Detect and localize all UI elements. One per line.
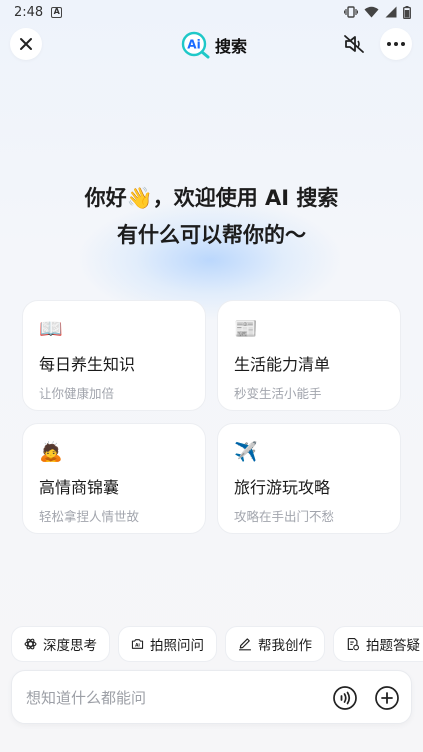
greeting-line-1: 你好👋，欢迎使用 AI 搜索	[84, 186, 339, 210]
chip-photo-answer[interactable]: 拍题答疑	[333, 626, 423, 662]
close-button[interactable]	[10, 28, 42, 60]
greeting: 你好👋，欢迎使用 AI 搜索 有什么可以帮你的～	[0, 180, 423, 254]
card-title: 高情商锦囊	[39, 478, 120, 497]
chip-label: 拍题答疑	[366, 638, 420, 654]
status-time: 2:48	[14, 4, 44, 20]
voice-wave-icon	[333, 686, 357, 710]
pen-icon	[238, 638, 252, 651]
greeting-line-2: 有什么可以帮你的～	[117, 223, 306, 247]
card-subtitle: 轻松拿捏人情世故	[39, 509, 140, 524]
newspaper-icon: 📰	[234, 318, 258, 340]
ai-logo-text: Ai	[187, 38, 200, 52]
suggestion-card-travel[interactable]: ✈️ 旅行游玩攻略 攻略在手出门不愁	[217, 423, 401, 534]
airplane-icon: ✈️	[234, 441, 258, 463]
camera-ai-icon: Ai	[131, 639, 144, 649]
document-question-icon	[347, 637, 359, 651]
quick-action-chips: 深度思考 Ai 拍照问问 帮我创作 拍题答疑	[0, 626, 423, 662]
top-bar: Ai 搜索	[0, 28, 423, 62]
card-title: 旅行游玩攻略	[234, 478, 331, 497]
mute-button[interactable]	[338, 28, 370, 60]
add-attachment-button[interactable]	[374, 685, 400, 711]
bowing-person-icon: 🙇	[39, 441, 63, 463]
plus-circle-icon	[375, 686, 399, 710]
speaker-muted-icon	[344, 35, 364, 53]
brand: Ai 搜索	[181, 30, 247, 60]
card-subtitle: 攻略在手出门不愁	[234, 509, 335, 524]
status-bar: 2:48 A	[0, 0, 423, 24]
chip-photo-ask[interactable]: Ai 拍照问问	[118, 626, 217, 662]
battery-icon	[403, 5, 411, 19]
ai-logo-icon: Ai	[181, 31, 210, 59]
card-title: 每日养生知识	[39, 355, 136, 374]
wifi-icon	[364, 6, 379, 18]
suggestion-card-eq[interactable]: 🙇 高情商锦囊 轻松拿捏人情世故	[22, 423, 206, 534]
chip-label: 深度思考	[43, 638, 97, 654]
chip-label: 帮我创作	[258, 638, 312, 654]
signal-icon	[385, 6, 397, 18]
notification-icon: A	[51, 6, 63, 18]
chat-input-bar	[11, 670, 412, 725]
more-dots-icon	[387, 42, 405, 46]
card-subtitle: 秒变生活小能手	[234, 386, 322, 401]
atom-icon	[24, 638, 37, 650]
book-icon: 📖	[39, 318, 63, 340]
suggestion-card-life-skills[interactable]: 📰 生活能力清单 秒变生活小能手	[217, 300, 401, 411]
brand-title: 搜索	[215, 37, 248, 56]
card-title: 生活能力清单	[234, 355, 331, 374]
chip-deep-think[interactable]: 深度思考	[11, 626, 110, 662]
close-icon	[20, 38, 32, 50]
vibrate-icon	[344, 6, 358, 18]
chip-label: 拍照问问	[150, 638, 204, 654]
suggestion-card-health[interactable]: 📖 每日养生知识 让你健康加倍	[22, 300, 206, 411]
chip-create[interactable]: 帮我创作	[225, 626, 325, 662]
svg-text:Ai: Ai	[135, 643, 140, 649]
voice-call-button[interactable]	[332, 685, 358, 711]
card-subtitle: 让你健康加倍	[39, 386, 115, 401]
more-button[interactable]	[380, 28, 412, 60]
chat-input[interactable]	[26, 671, 316, 725]
